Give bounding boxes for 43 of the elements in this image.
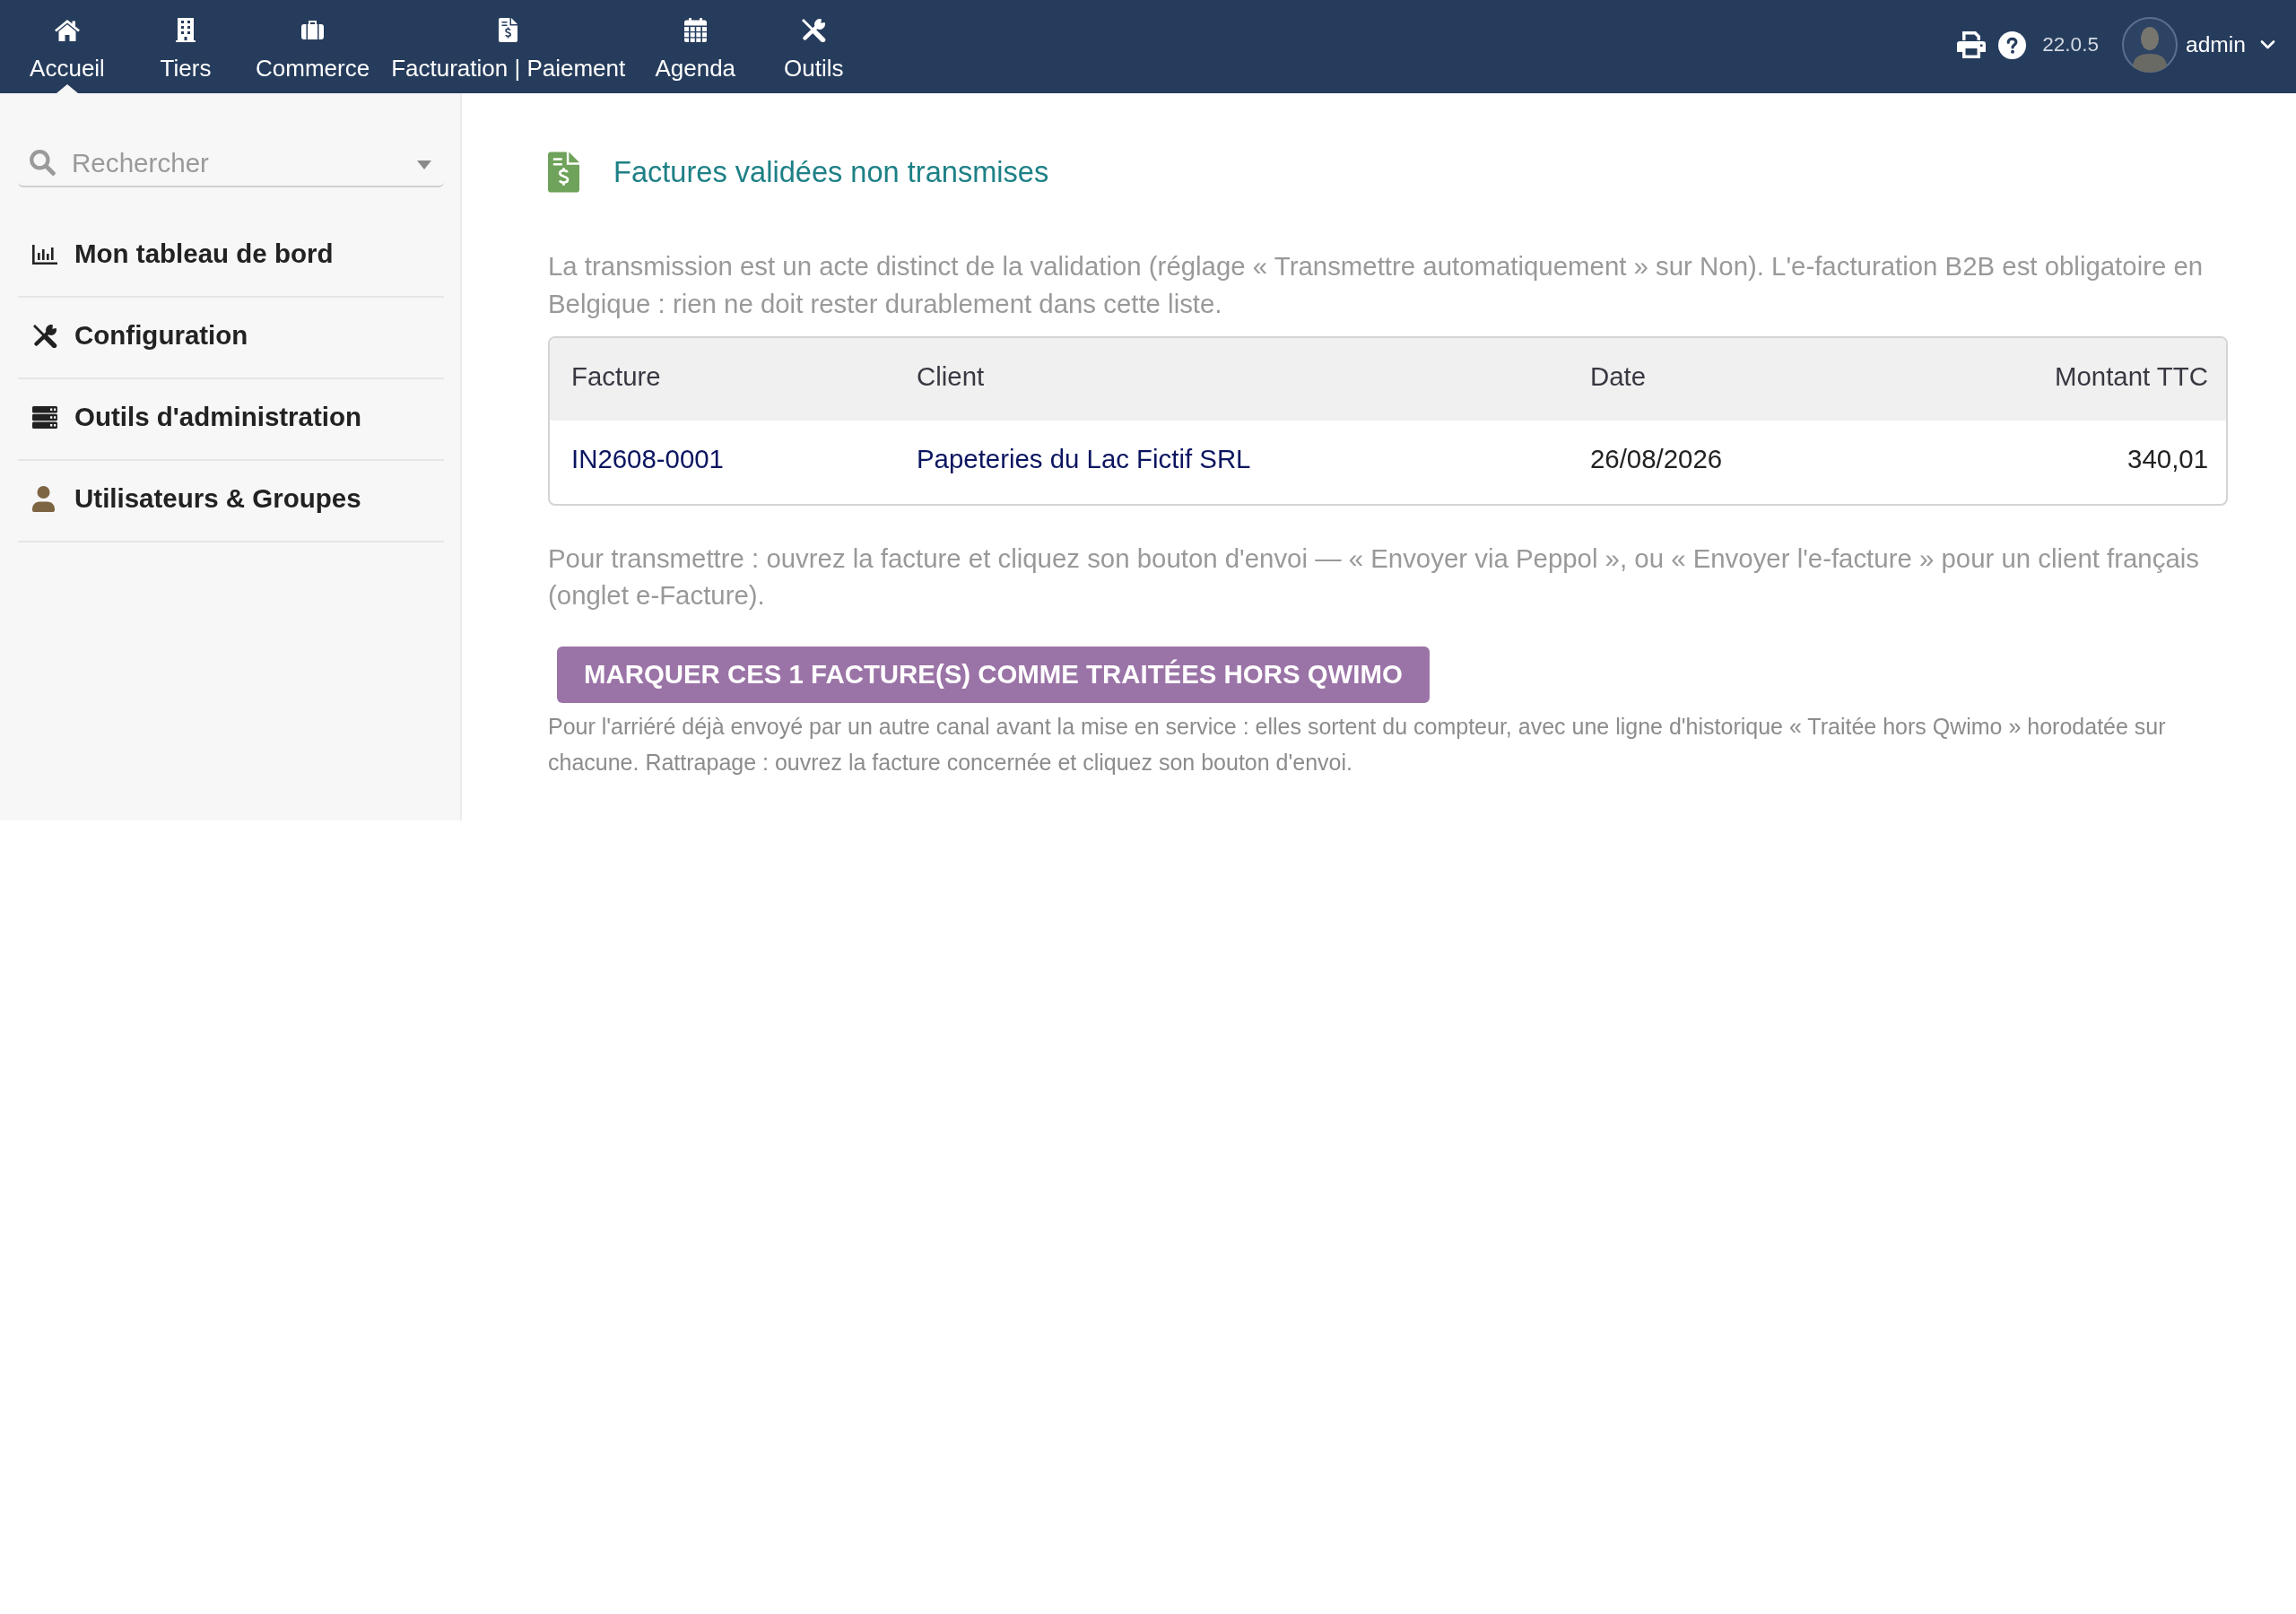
description-text: La transmission est un acte distinct de la validation (réglage « Transmettre automatiquement » sur Non). L'e-facturation B2B est obligatoire en Belgique : rien ne doit rester durablement dans cette liste. <box>548 249 2205 320</box>
print-icon[interactable] <box>1957 31 1987 58</box>
avatar-icon <box>2122 17 2178 73</box>
version-label: 22.0.5 <box>2042 32 2099 58</box>
building-icon <box>176 18 196 42</box>
chevron-down-icon <box>2260 40 2275 49</box>
briefcase-icon <box>301 21 325 39</box>
sidebar-item[interactable]: Configuration <box>18 298 444 379</box>
nav-tab[interactable]: Commerce <box>245 0 381 93</box>
nav-tab[interactable]: Facturation | Paiement <box>380 0 637 93</box>
home-icon <box>55 19 80 41</box>
dropdown-caret-icon <box>417 161 431 169</box>
server-icon <box>32 406 57 429</box>
help-icon[interactable] <box>1998 30 2027 59</box>
search-icon <box>29 149 56 176</box>
column-header: Facture <box>571 360 661 393</box>
page-title: Factures validées non transmises <box>613 154 1049 190</box>
sidebar-item[interactable]: Outils d'administration <box>18 379 444 461</box>
user-menu-button[interactable]: admin <box>2122 17 2275 73</box>
nav-tab[interactable]: Outils <box>754 0 874 93</box>
invoice-dollar-icon <box>499 18 518 42</box>
calendar-icon <box>683 18 707 42</box>
table-link[interactable]: IN2608-0001 <box>571 439 724 480</box>
column-header: Date <box>1590 360 1647 393</box>
tools-icon <box>801 18 827 42</box>
sidebar-item[interactable]: Utilisateurs & Groupes <box>18 461 444 542</box>
column-header: Client <box>917 360 985 393</box>
instructions-text: Pour transmettre : ouvrez la facture et cliquez son bouton d'envoi — « Envoyer via Peppol », ou « Envoyer l'e-facture » pour un client français (onglet e-Facture). <box>548 542 2200 612</box>
table-cell-text: 340,01 <box>2127 443 2208 476</box>
mark-processed-button[interactable]: MARQUER CES 1 FACTURE(S) COMME TRAITÉES HORS QWIMO <box>557 646 1430 703</box>
note-text: Pour l'arriéré déjà envoyé par un autre canal avant la mise en service : elles sortent du compteur, avec une ligne d'historique « Traitée hors Qwimo » horodatée sur chacune. Rattrapage : ouvrez la facture concernée et cliquez son bouton d'envoi. <box>548 712 2167 777</box>
nav-tab[interactable]: Accueil <box>8 0 126 93</box>
nav-tab[interactable]: Agenda <box>636 0 755 93</box>
table-cell-text: 26/08/2026 <box>1590 443 1723 476</box>
nav-tab[interactable]: Tiers <box>126 0 245 93</box>
table-link[interactable]: Papeteries du Lac Fictif SRL <box>917 439 1251 480</box>
tools-icon <box>32 324 57 348</box>
column-header: Montant TTC <box>2055 360 2208 393</box>
user-icon <box>32 486 55 512</box>
invoice-dollar-icon <box>548 152 579 194</box>
bar-chart-icon <box>32 244 57 265</box>
search-field[interactable]: Rechercher <box>18 134 444 187</box>
sidebar-item[interactable]: Mon tableau de bord <box>18 216 444 298</box>
